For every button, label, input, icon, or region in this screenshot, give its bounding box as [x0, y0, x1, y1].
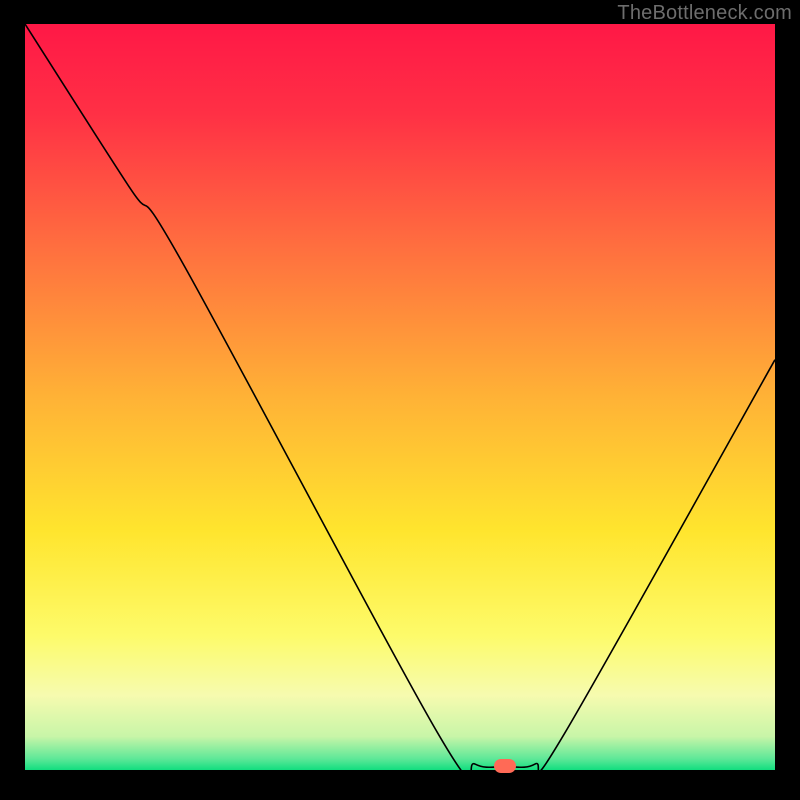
- curve-path: [25, 24, 775, 770]
- plot-area: [25, 24, 775, 770]
- watermark-text: TheBottleneck.com: [617, 2, 792, 25]
- chart-frame: TheBottleneck.com: [0, 0, 800, 800]
- sweet-spot-marker: [494, 759, 516, 773]
- bottleneck-curve: [25, 24, 775, 770]
